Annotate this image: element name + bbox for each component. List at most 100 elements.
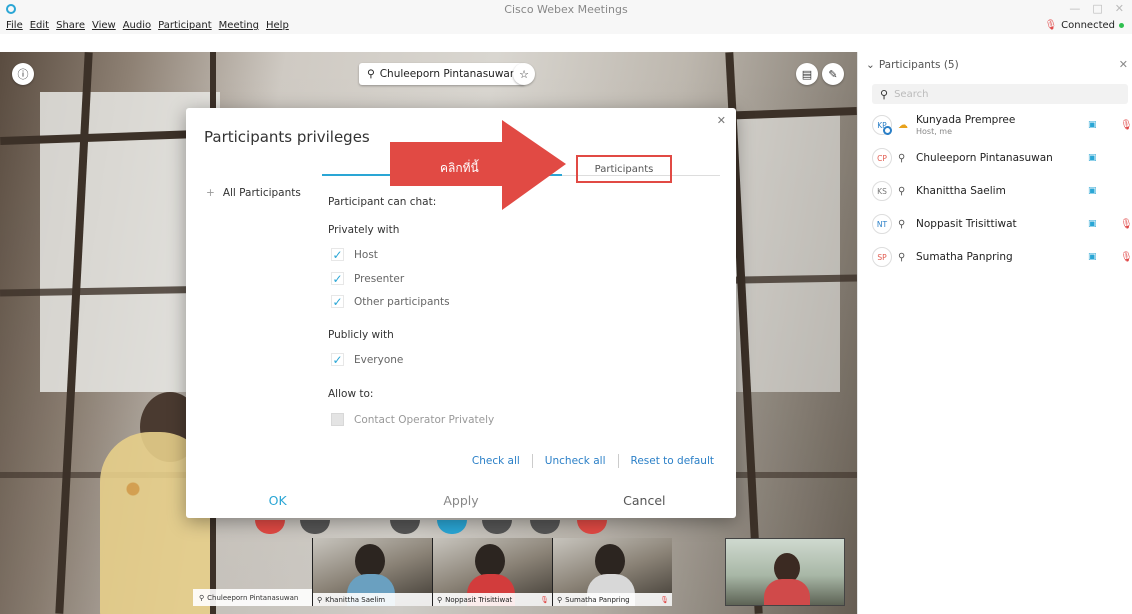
audio-icon: ⚲ (367, 68, 375, 80)
menu-share[interactable]: Share (56, 20, 85, 31)
video-icon[interactable]: ▣ (1088, 219, 1097, 229)
checkbox-checked-icon: ✓ (331, 271, 344, 286)
bulk-actions: Check all Uncheck all Reset to default (472, 454, 714, 468)
participant-info: Kunyada Prempree Host, me (916, 113, 1016, 136)
menu-view[interactable]: View (92, 20, 116, 31)
maximize-icon[interactable]: □ (1092, 2, 1102, 15)
title-bar: Cisco Webex Meetings — □ ✕ File Edit Sha… (0, 0, 1132, 34)
host-audio-icon: ☁ (898, 119, 908, 131)
mic-muted-icon: 🎙 (1044, 20, 1058, 31)
window-title: Cisco Webex Meetings (504, 3, 628, 16)
avatar: CP (872, 148, 892, 168)
thumbnail[interactable]: ⚲ Sumatha Panpring 🎙 (552, 538, 672, 606)
divider (617, 454, 619, 468)
mic-muted-icon[interactable]: 🎙 (1120, 120, 1132, 131)
checkbox-everyone[interactable]: ✓ Everyone (331, 353, 403, 367)
participant-row[interactable]: KP ☁ Kunyada Prempree Host, me ▣ 🎙 (872, 112, 1132, 138)
thumbnail-label: ⚲ Noppasit Trisittiwat 🎙 (433, 593, 552, 606)
close-window-icon[interactable]: ✕ (1115, 2, 1124, 15)
tab-all-participants[interactable]: + All Participants (206, 187, 301, 199)
self-body (764, 579, 810, 605)
window-controls: — □ ✕ (1069, 2, 1124, 15)
video-icon[interactable]: ▣ (1088, 186, 1097, 196)
participant-row[interactable]: NT ⚲ Noppasit Trisittiwat ▣ 🎙 (872, 211, 1132, 237)
dialog-title: Participants privileges (204, 128, 370, 146)
thumbnail-face (475, 544, 505, 578)
participant-row[interactable]: CP ⚲ Chuleeporn Pintanasuwan ▣ (872, 145, 1130, 171)
audio-icon: ⚲ (199, 593, 205, 602)
mic-muted-icon: 🎙 (540, 595, 549, 604)
minimize-icon[interactable]: — (1069, 2, 1080, 15)
menu-file[interactable]: File (6, 20, 23, 31)
participant-info: Chuleeporn Pintanasuwan (916, 151, 1053, 164)
uncheck-all-link[interactable]: Uncheck all (545, 455, 606, 467)
close-icon[interactable]: ✕ (1119, 58, 1128, 71)
checkbox-presenter[interactable]: ✓ Presenter (331, 271, 404, 286)
audio-icon: ⚲ (317, 595, 323, 604)
menu-audio[interactable]: Audio (123, 20, 151, 31)
participant-info: Noppasit Trisittiwat (916, 217, 1017, 230)
ok-button[interactable]: OK (186, 493, 369, 508)
presence-icon (883, 126, 892, 135)
thumbnail-label: ⚲ Sumatha Panpring 🎙 (553, 593, 672, 606)
publicly-label: Publicly with (328, 329, 394, 341)
avatar: KS (872, 181, 892, 201)
menu-bar: File Edit Share View Audio Participant M… (6, 20, 289, 31)
menu-help[interactable]: Help (266, 20, 289, 31)
participants-header[interactable]: ⌄ Participants (5) (866, 59, 959, 71)
connected-dot-icon (1119, 23, 1124, 28)
active-speaker-label: ⚲ Chuleeporn Pintanasuwan (359, 63, 525, 85)
avatar: KP (872, 115, 892, 135)
cancel-button[interactable]: Cancel (553, 493, 736, 508)
fullscreen-icon[interactable]: ✎ (822, 63, 844, 85)
menu-edit[interactable]: Edit (30, 20, 49, 31)
info-icon[interactable]: ⓘ (12, 63, 34, 85)
audio-icon: ⚲ (898, 251, 906, 263)
checkbox-host[interactable]: ✓ Host (331, 247, 378, 262)
search-icon: ⚲ (880, 87, 889, 101)
thumbnail-label: ⚲ Khanittha Saelim (313, 593, 432, 606)
close-icon[interactable]: ✕ (717, 114, 726, 127)
divider (531, 454, 533, 468)
thumbnail[interactable]: ⚲ Khanittha Saelim (312, 538, 432, 606)
privately-label: Privately with (328, 224, 400, 236)
checkbox-contact-operator[interactable]: ✓ Contact Operator Privately (331, 413, 494, 426)
reset-default-link[interactable]: Reset to default (631, 455, 715, 467)
self-view[interactable] (725, 538, 845, 606)
checkbox-other-participants[interactable]: ✓ Other participants (331, 295, 450, 309)
audio-icon: ⚲ (437, 595, 443, 604)
connection-status: 🎙 Connected (1044, 20, 1124, 31)
dialog-footer: OK Apply Cancel (186, 493, 736, 508)
thumbnail-face (595, 544, 625, 578)
tab-participants[interactable]: Participants (576, 155, 672, 183)
thumbnail[interactable]: ⚲ Noppasit Trisittiwat 🎙 (432, 538, 552, 606)
participant-search: ⚲ (872, 84, 1128, 104)
layout-icon[interactable]: ▤ (796, 63, 818, 85)
audio-icon: ⚲ (557, 595, 563, 604)
thumbnail-strip: ⚲ Khanittha Saelim ⚲ Noppasit Trisittiwa… (312, 538, 672, 606)
check-all-link[interactable]: Check all (472, 455, 520, 467)
mic-muted-icon: 🎙 (660, 595, 669, 604)
thumbnail-face (355, 544, 385, 578)
mic-muted-icon[interactable]: 🎙 (1120, 219, 1132, 230)
search-input[interactable] (894, 88, 1115, 100)
annotation-label: คลิกที่นี้ (440, 161, 479, 175)
avatar: SP (872, 247, 892, 267)
plus-icon: + (206, 187, 215, 199)
avatar: NT (872, 214, 892, 234)
lock-view-icon[interactable]: ☆ (513, 63, 535, 85)
annotation-arrow (390, 120, 566, 210)
audio-icon: ⚲ (898, 218, 906, 230)
allow-label: Allow to: (328, 388, 374, 400)
menu-participant[interactable]: Participant (158, 20, 212, 31)
participant-row[interactable]: KS ⚲ Khanittha Saelim ▣ (872, 178, 1130, 204)
mic-muted-icon[interactable]: 🎙 (1120, 252, 1132, 263)
checkbox-checked-icon: ✓ (331, 247, 344, 262)
video-icon[interactable]: ▣ (1088, 252, 1097, 262)
menu-meeting[interactable]: Meeting (219, 20, 259, 31)
participant-row[interactable]: SP ⚲ Sumatha Panpring ▣ 🎙 (872, 244, 1132, 270)
chevron-down-icon: ⌄ (866, 59, 875, 71)
video-icon[interactable]: ▣ (1088, 153, 1097, 163)
apply-button[interactable]: Apply (369, 493, 552, 508)
video-icon[interactable]: ▣ (1088, 120, 1097, 130)
